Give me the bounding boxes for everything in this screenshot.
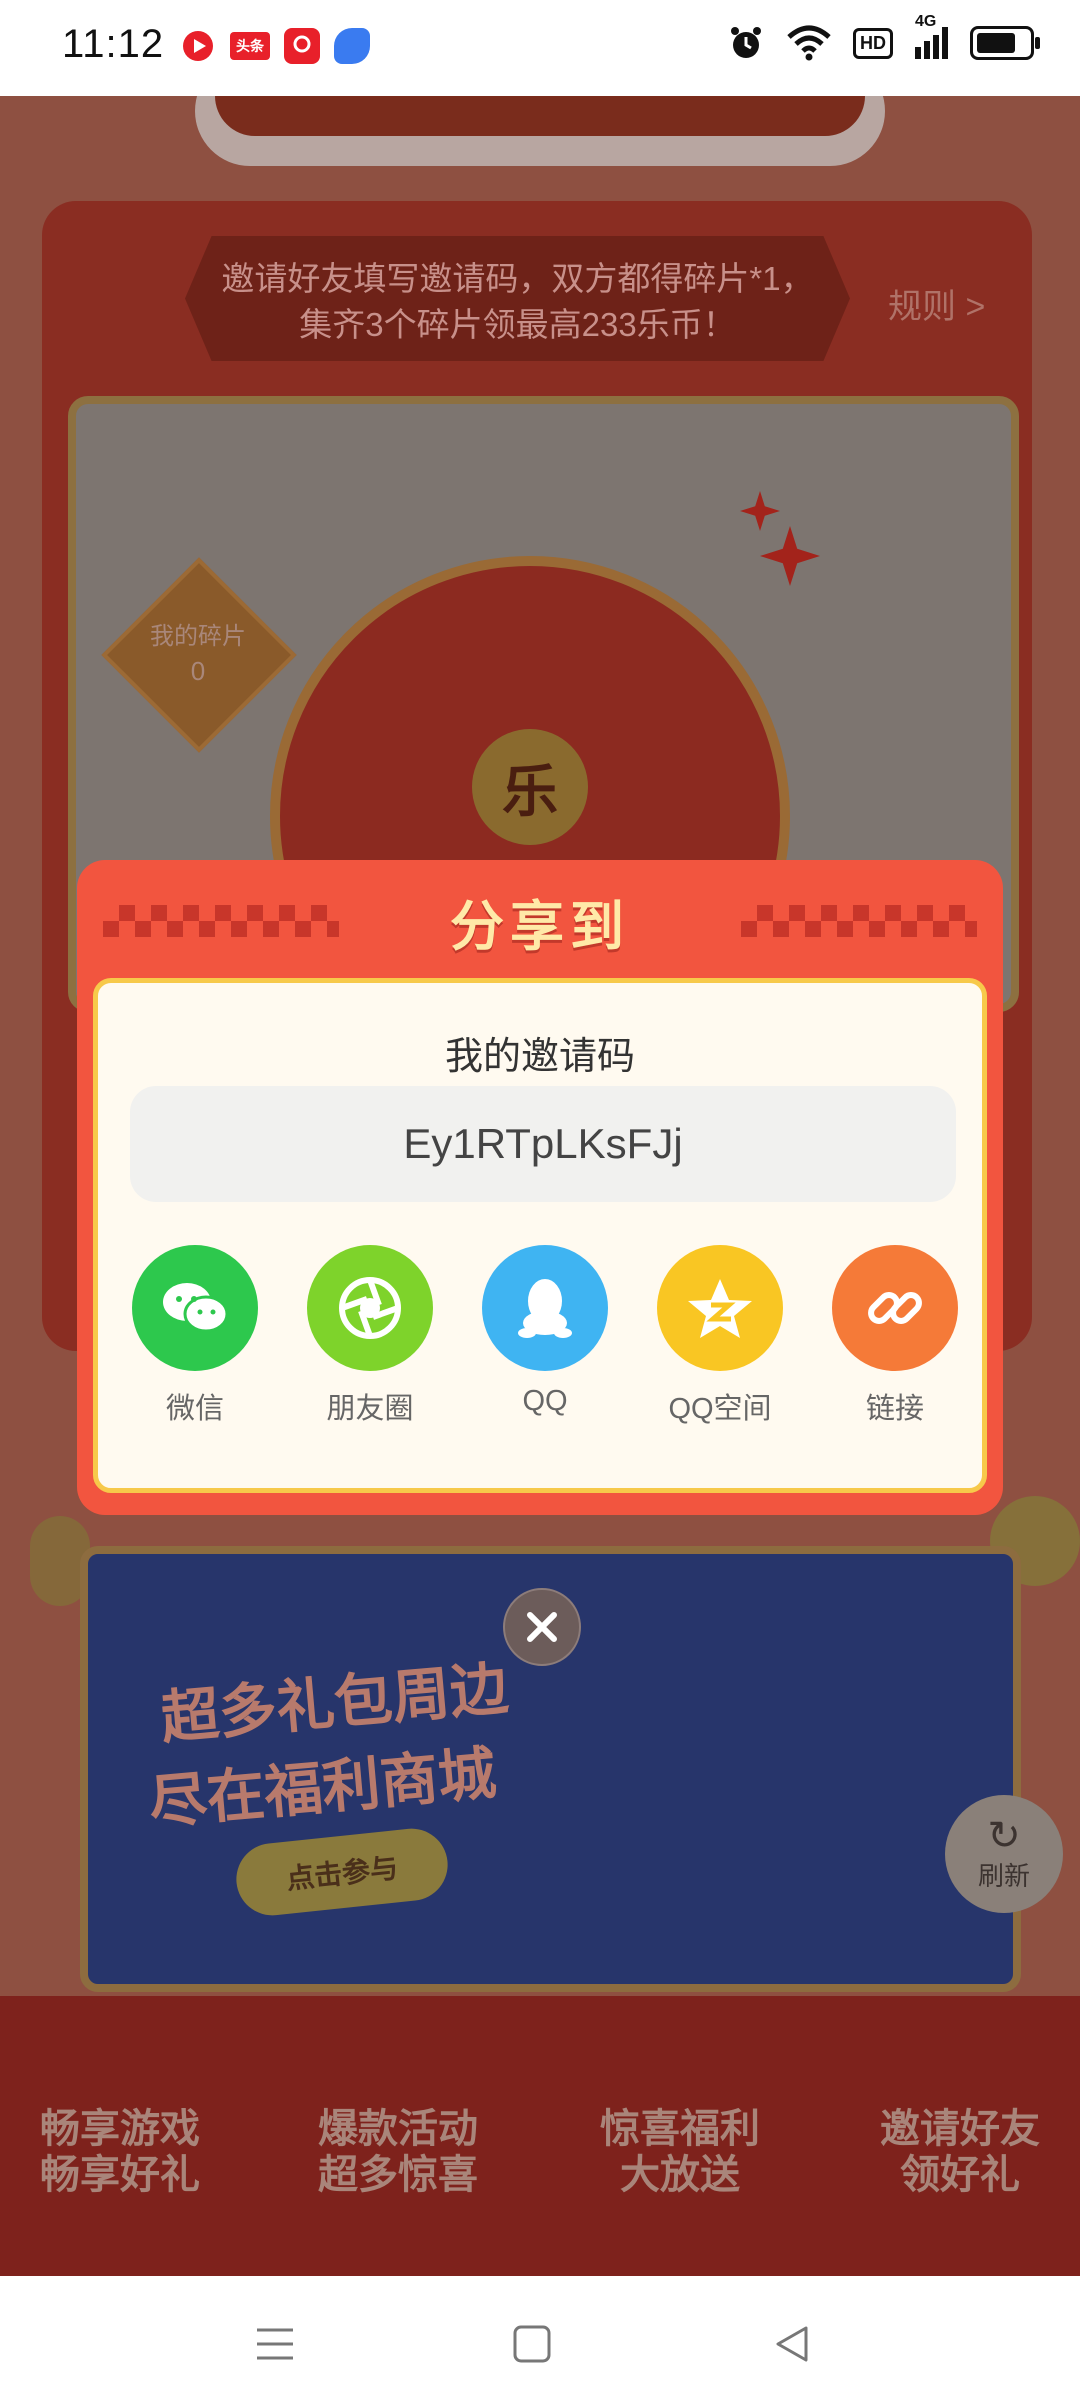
modal-content: 我的邀请码 Ey1RTpLKsFJj 微信 朋友圈 QQ QQ空间 链接 — [93, 978, 987, 1493]
share-qq-label: QQ — [522, 1385, 568, 1417]
share-qq-button[interactable]: QQ — [480, 1245, 610, 1427]
modal-title: 分享到 — [450, 897, 630, 957]
cellular-icon: 4G — [915, 14, 948, 59]
toutiao-app-icon: 头条 — [230, 32, 270, 60]
video-app-icon — [180, 28, 216, 64]
feature-line2: 超多惊喜 — [318, 2153, 478, 2197]
share-moments-button[interactable]: 朋友圈 — [305, 1245, 435, 1427]
app-icon-4 — [334, 28, 370, 64]
network-type: 4G — [915, 13, 937, 30]
home-square-icon — [513, 2325, 551, 2363]
refresh-label: 刷新 — [977, 1860, 1030, 1891]
share-modal: 分享到 我的邀请码 Ey1RTpLKsFJj 微信 朋友圈 QQ QQ空间 链接 — [77, 860, 1003, 1515]
feature-line1: 爆款活动 — [318, 2107, 478, 2151]
rules-link[interactable]: 规则 > — [888, 279, 985, 328]
wechat-icon — [132, 1245, 258, 1371]
menu-icon — [257, 2328, 293, 2360]
system-nav-bar — [0, 2276, 1080, 2408]
share-qzone-button[interactable]: QQ空间 — [655, 1245, 785, 1427]
wifi-icon — [787, 25, 831, 61]
share-moments-label: 朋友圈 — [326, 1393, 414, 1425]
share-wechat-label: 微信 — [165, 1393, 224, 1425]
invite-code-box[interactable]: Ey1RTpLKsFJj — [130, 1086, 956, 1202]
toutiao-app-label: 头条 — [236, 38, 264, 54]
status-app-icons: 头条 — [180, 28, 370, 64]
hd-badge: HD — [853, 27, 893, 59]
close-button[interactable] — [503, 1588, 581, 1666]
feature-line1: 畅享游戏 — [40, 2107, 200, 2151]
share-options: 微信 朋友圈 QQ QQ空间 链接 — [130, 1245, 960, 1427]
status-time: 11:12 — [62, 22, 165, 66]
nav-home-button[interactable] — [502, 2314, 562, 2374]
qzone-icon — [657, 1245, 783, 1371]
my-shards-label: 我的碎片 — [150, 623, 246, 650]
refresh-icon: ↻ — [987, 1813, 1021, 1858]
feature-item: 爆款活动 超多惊喜 — [288, 2106, 508, 2198]
qq-icon — [482, 1245, 608, 1371]
invite-code-label: 我的邀请码 — [444, 1036, 635, 1078]
share-qzone-label: QQ空间 — [668, 1393, 772, 1425]
app-icon-3 — [284, 28, 320, 64]
my-shards-count: 0 — [190, 656, 206, 686]
back-triangle-icon — [776, 2326, 808, 2362]
nav-menu-button[interactable] — [245, 2314, 305, 2374]
close-icon — [527, 1612, 557, 1642]
status-bar: 11:12 头条 HD 4G — [0, 0, 1080, 96]
alarm-icon — [731, 27, 761, 58]
feature-line1: 惊喜福利 — [600, 2107, 760, 2151]
feature-item: 惊喜福利 大放送 — [570, 2106, 790, 2198]
status-right-icons: HD 4G — [727, 14, 1040, 62]
battery-icon — [970, 26, 1040, 60]
share-link-button[interactable]: 链接 — [830, 1245, 960, 1427]
wheel-center-button[interactable]: 乐 — [472, 729, 588, 845]
link-icon — [832, 1245, 958, 1371]
moments-icon — [307, 1245, 433, 1371]
rules-text: 邀请好友填写邀请码，双方都得碎片*1，集齐3个碎片领最高233乐币！ — [221, 260, 814, 343]
feature-line2: 领好礼 — [900, 2153, 1020, 2197]
feature-item: 畅享游戏 畅享好礼 — [10, 2106, 230, 2198]
feature-line2: 畅享好礼 — [40, 2153, 200, 2197]
share-wechat-button[interactable]: 微信 — [130, 1245, 260, 1427]
feature-line2: 大放送 — [620, 2153, 740, 2197]
feature-line1: 邀请好友 — [880, 2107, 1040, 2151]
feature-item: 邀请好友 领好礼 — [850, 2106, 1070, 2198]
nav-back-button[interactable] — [762, 2314, 822, 2374]
refresh-button[interactable]: ↻ 刷新 — [945, 1795, 1063, 1913]
top-banner — [195, 96, 885, 166]
share-link-label: 链接 — [865, 1393, 924, 1425]
